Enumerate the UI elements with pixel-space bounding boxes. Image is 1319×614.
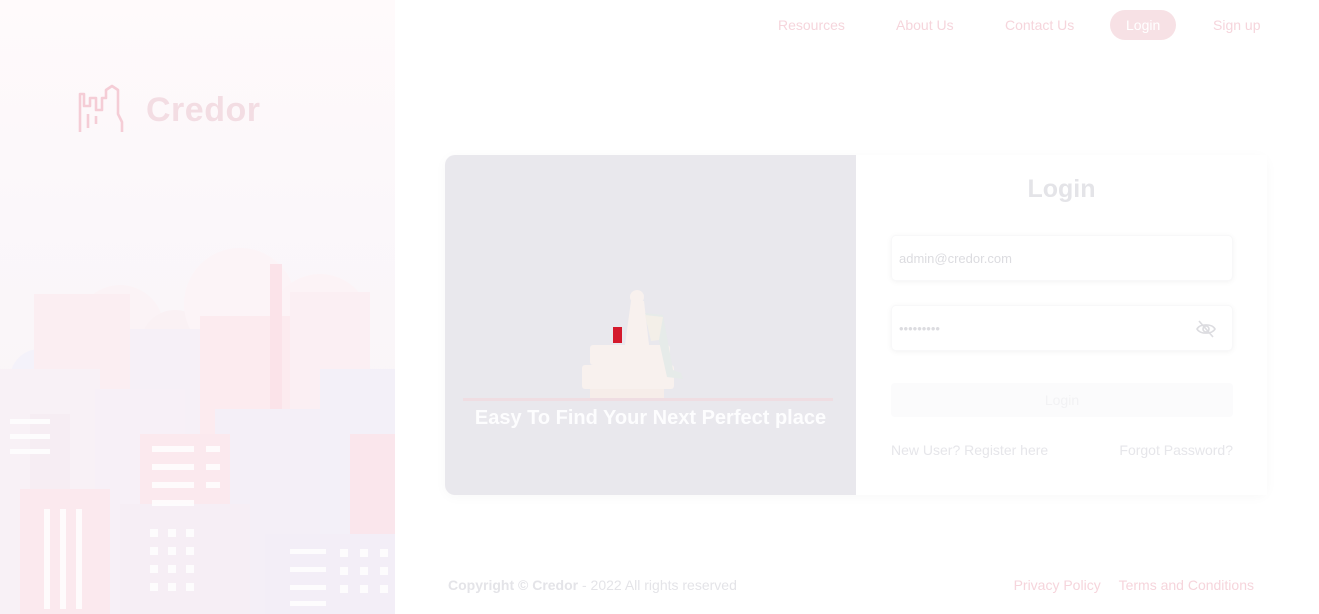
eye-slash-icon[interactable] (1196, 320, 1216, 338)
nav-about-us-link[interactable]: About Us (896, 10, 954, 40)
password-input[interactable] (892, 306, 1232, 350)
copyright-brand: Credor (532, 577, 579, 593)
page-footer: Copyright © Credor - 2022 All rights res… (448, 577, 1254, 595)
nav-login-link[interactable]: Login (1110, 10, 1177, 40)
brand-name: Credor (146, 90, 261, 129)
email-input[interactable] (892, 236, 1232, 280)
login-submit-button[interactable]: Login (891, 383, 1233, 417)
copyright-text: Copyright © Credor - 2022 All rights res… (448, 577, 737, 593)
login-title: Login (1027, 175, 1096, 203)
nav-contact-us-link[interactable]: Contact Us (1005, 10, 1074, 40)
left-brand-panel: Credor (0, 0, 395, 614)
city-skyline-illustration (0, 248, 395, 614)
terms-and-conditions-link[interactable]: Terms and Conditions (1119, 577, 1254, 593)
top-navigation: Resources About Us Contact Us Login Sign… (395, 10, 1319, 40)
login-form: Login Login New User? Register here Forg… (856, 155, 1267, 495)
copyright-suffix: - 2022 All rights reserved (582, 577, 737, 593)
brand-logo[interactable]: Credor (78, 84, 260, 136)
register-link[interactable]: New User? Register here (891, 442, 1048, 458)
privacy-policy-link[interactable]: Privacy Policy (1014, 577, 1101, 593)
nav-sign-up-link[interactable]: Sign up (1213, 10, 1260, 40)
promo-tagline: Easy To Find Your Next Perfect place (474, 407, 827, 429)
promo-panel: Easy To Find Your Next Perfect place (445, 155, 856, 495)
building-outline-icon (78, 84, 124, 132)
person-relaxing-illustration (463, 290, 833, 401)
login-card: Easy To Find Your Next Perfect place Log… (445, 155, 1267, 495)
forgot-password-link[interactable]: Forgot Password? (1119, 442, 1233, 458)
email-field-wrapper (891, 235, 1233, 281)
nav-resources-link[interactable]: Resources (778, 10, 845, 40)
copyright-prefix: Copyright © (448, 577, 529, 593)
footer-links: Privacy Policy Terms and Conditions (1000, 577, 1254, 593)
password-field-wrapper (891, 305, 1233, 351)
